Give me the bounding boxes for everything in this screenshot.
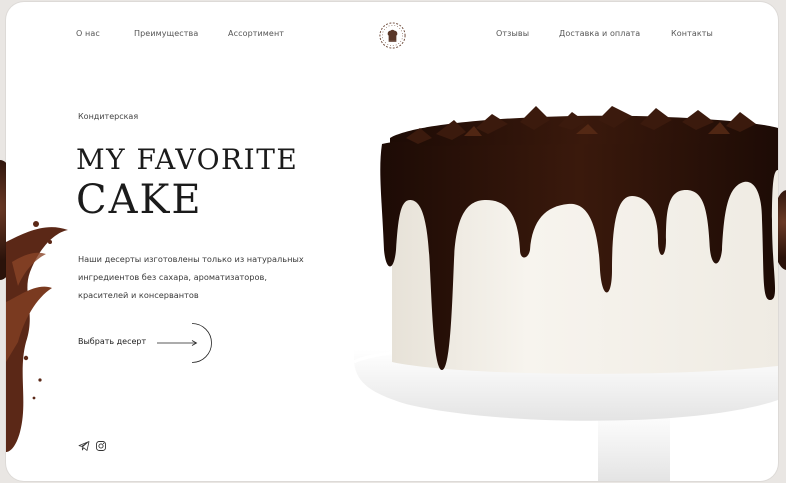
nav-link-assortment[interactable]: Ассортимент <box>228 29 284 38</box>
hero-title-line2: CAKE <box>76 177 203 223</box>
arrow-right-icon[interactable] <box>154 322 216 364</box>
cake-image <box>353 106 778 481</box>
choose-dessert-label[interactable]: Выбрать десерт <box>78 337 146 346</box>
hero-title-line1: MY FAVORITE <box>76 143 299 176</box>
hero-kicker: Кондитерская <box>78 112 139 121</box>
chef-hat-wreath-icon[interactable] <box>378 21 407 50</box>
nav-link-advantages[interactable]: Преимущества <box>134 29 198 38</box>
landing-page: О нас Преимущества Ассортимент Отзывы До… <box>6 2 778 481</box>
nav-link-contacts[interactable]: Контакты <box>671 29 713 38</box>
nav-link-about[interactable]: О нас <box>76 29 100 38</box>
nav-link-reviews[interactable]: Отзывы <box>496 29 529 38</box>
chocolate-splash-image <box>6 221 68 452</box>
nav-link-delivery[interactable]: Доставка и оплата <box>559 29 640 38</box>
instagram-icon[interactable] <box>95 440 107 452</box>
hero-description: Наши десерты изготовлены только из натур… <box>78 254 304 300</box>
telegram-icon[interactable] <box>78 440 90 452</box>
